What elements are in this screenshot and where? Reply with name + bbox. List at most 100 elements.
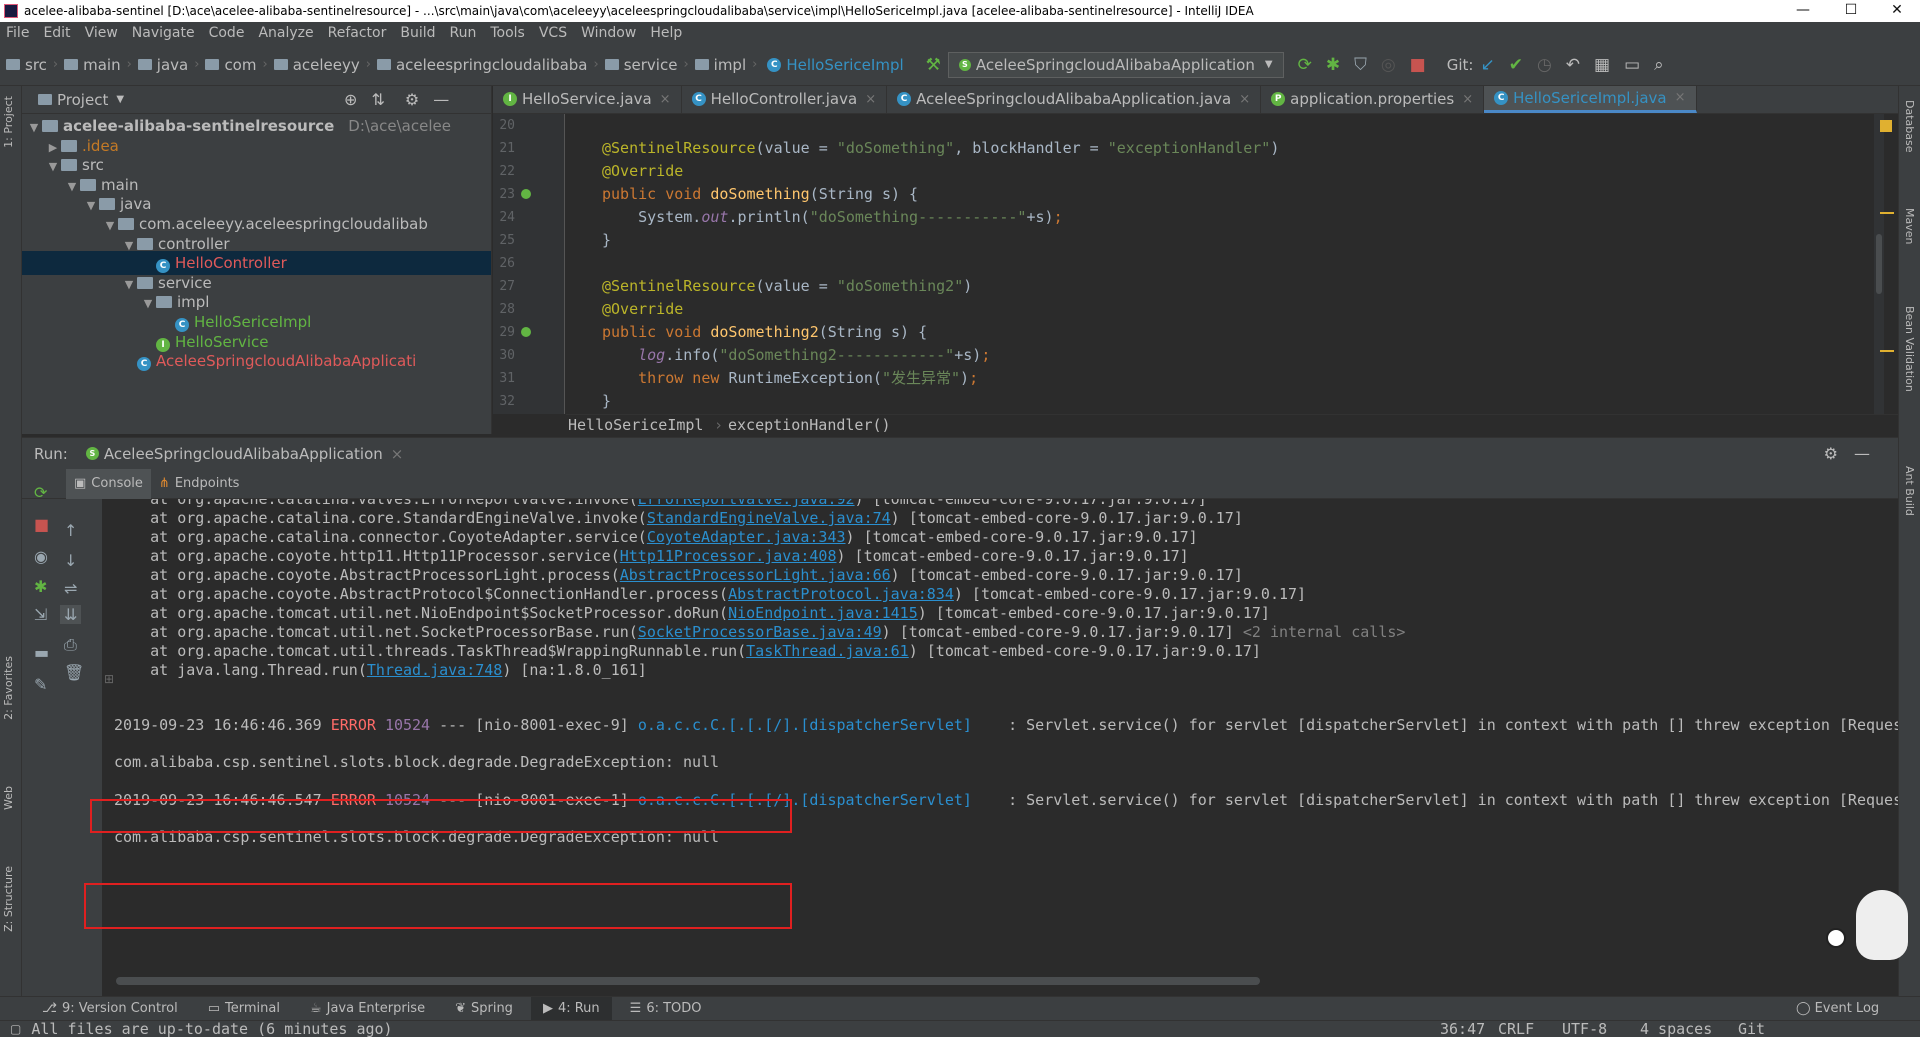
override-marker-icon[interactable] [521,327,531,337]
console-hscrollbar[interactable] [102,975,1898,996]
minimize-button[interactable]: — [1780,0,1826,22]
debug-bug-icon[interactable]: ✱ [1326,55,1340,75]
editor-tab[interactable]: I HelloService.java × [493,86,682,113]
warning-marker-icon[interactable] [1880,120,1892,132]
close-icon[interactable]: × [865,92,876,107]
hide-panel-icon[interactable]: — [1854,444,1870,463]
arrow-down-icon[interactable]: ↓ [64,551,77,570]
pin-icon[interactable]: ✎ [34,675,47,694]
bottom-tab[interactable]: ▭ Terminal [196,997,292,1021]
nav-crumb[interactable]: aceleeyy › [273,56,371,74]
close-icon[interactable]: × [660,92,671,107]
editor-tab[interactable]: Papplication.properties × [1261,86,1485,113]
menu-item-code[interactable]: Code [209,25,245,41]
editor-tab[interactable]: C HelloSericeImpl.java × [1484,86,1697,113]
git-branch-selector[interactable]: Git [1738,1020,1765,1037]
editor-scrollbar[interactable] [1874,114,1884,414]
scroll-to-end-icon[interactable]: ⇊ [60,605,82,624]
ant-build-tool-tab[interactable]: Ant Build [1903,466,1916,516]
maximize-button[interactable]: ☐ [1828,0,1874,22]
arrow-up-icon[interactable]: ↑ [64,521,77,540]
locate-icon[interactable]: ⊕ [344,90,357,109]
tree-item[interactable]: C AceleeSpringcloudAlibabaApplicati [22,349,491,373]
close-icon[interactable]: × [391,445,404,463]
console-tab[interactable]: ▣ Console [66,468,151,499]
encoding-selector[interactable]: UTF-8 [1562,1020,1607,1037]
source-link[interactable]: Thread.java:748 [367,661,502,679]
hide-panel-icon[interactable]: — [433,90,449,109]
menu-item-window[interactable]: Window [581,25,636,41]
close-window-button[interactable]: ✕ [1874,0,1920,22]
camera-icon[interactable]: ◉ [34,547,48,566]
bottom-tab[interactable]: ⎇ 9: Version Control [30,997,190,1021]
git-history-icon[interactable]: ◷ [1537,55,1552,75]
menu-item-tools[interactable]: Tools [490,25,525,41]
project-tool-tab[interactable]: 1: Project [2,96,15,148]
trash-icon[interactable]: 🗑 [64,663,84,682]
maven-tool-tab[interactable]: Maven [1903,208,1916,244]
nav-crumb[interactable]: src › [6,56,58,74]
console-scroll-thumb[interactable] [116,977,1260,985]
nav-crumb[interactable]: com › [205,56,268,74]
endpoints-tab[interactable]: ⋔ Endpoints [151,469,248,499]
stop-icon[interactable]: ■ [1410,55,1426,75]
source-link[interactable]: NioEndpoint.java:1415 [728,604,918,622]
indent-selector[interactable]: 4 spaces [1640,1020,1712,1037]
close-icon[interactable]: × [1239,92,1250,107]
run-config-tab[interactable]: AceleeSpringcloudAlibabaApplication [104,445,383,463]
git-commit-icon[interactable]: ✔ [1509,55,1523,75]
editor-tab[interactable]: C AceleeSpringcloudAlibabaApplication.jav… [887,86,1262,113]
exit-icon[interactable]: ⇲ [34,605,47,624]
line-separator-selector[interactable]: CRLF [1498,1020,1534,1037]
source-link[interactable]: TaskThread.java:61 [746,642,909,660]
source-link[interactable]: StandardEngineValve.java:74 [647,509,891,527]
editor-scroll-thumb[interactable] [1876,234,1882,294]
gear-icon[interactable]: ⚙ [1824,444,1838,463]
close-icon[interactable]: × [1462,92,1473,107]
favorites-tool-tab[interactable]: 2: Favorites [2,656,15,720]
stop-icon[interactable]: ■ [34,515,49,534]
run-config-selector[interactable]: S AceleeSpringcloudAlibabaApplication ▼ [947,51,1284,78]
project-structure-icon[interactable]: ▦ [1594,55,1610,75]
git-update-icon[interactable]: ↙ [1480,55,1494,75]
menu-item-navigate[interactable]: Navigate [132,25,195,41]
close-icon[interactable]: × [1675,90,1686,105]
profile-icon[interactable]: ◎ [1381,55,1396,75]
chevron-down-icon[interactable]: ▼ [116,94,124,105]
menu-item-file[interactable]: File [6,25,29,41]
structure-tool-tab[interactable]: Z: Structure [2,866,15,932]
print-icon[interactable]: ⎙ [64,635,77,655]
collapse-all-icon[interactable]: ⇅ [371,90,384,109]
git-revert-icon[interactable]: ↶ [1566,55,1580,75]
nav-crumb-file[interactable]: C HelloSericeImpl [767,56,904,74]
menu-item-vcs[interactable]: VCS [539,25,567,41]
nav-crumb[interactable]: impl › [694,56,757,74]
rerun-icon[interactable]: ⟳ [34,483,47,502]
override-marker-icon[interactable] [521,189,531,199]
layout-icon[interactable]: ▬ [34,643,49,662]
source-link[interactable]: CoyoteAdapter.java:343 [647,528,846,546]
soft-wrap-icon[interactable]: ⇌ [64,579,77,598]
event-log-tab[interactable]: ◯ Event Log [1784,997,1891,1021]
bottom-tab[interactable]: ☕ Java Enterprise [298,997,437,1021]
source-link[interactable]: AbstractProtocol.java:834 [728,585,954,603]
menu-item-view[interactable]: View [85,25,118,41]
coverage-icon[interactable]: ⛉ [1354,55,1367,75]
breadcrumb-class[interactable]: HelloSericeImpl [568,416,703,434]
menu-item-help[interactable]: Help [650,25,682,41]
bottom-tab[interactable]: ☰ 6: TODO [618,997,714,1021]
bottom-tab[interactable]: ▶ 4: Run [530,996,612,1021]
nav-crumb[interactable]: java › [137,56,199,74]
project-view-selector[interactable]: Project [57,91,108,109]
menu-item-build[interactable]: Build [400,25,435,41]
menu-item-run[interactable]: Run [450,25,477,41]
gear-icon[interactable]: ⚙ [405,90,419,109]
fold-icon[interactable]: ⊞ [104,672,114,686]
nav-crumb[interactable]: main › [64,56,132,74]
menu-item-edit[interactable]: Edit [43,25,70,41]
web-tool-tab[interactable]: Web [2,786,15,810]
code-editor[interactable]: @SentinelResource(value = "doSomething",… [566,114,1884,414]
debug-bug-icon[interactable]: ✱ [34,577,47,596]
source-link[interactable]: SocketProcessorBase.java:49 [638,623,882,641]
source-link[interactable]: AbstractProcessorLight.java:66 [620,566,891,584]
